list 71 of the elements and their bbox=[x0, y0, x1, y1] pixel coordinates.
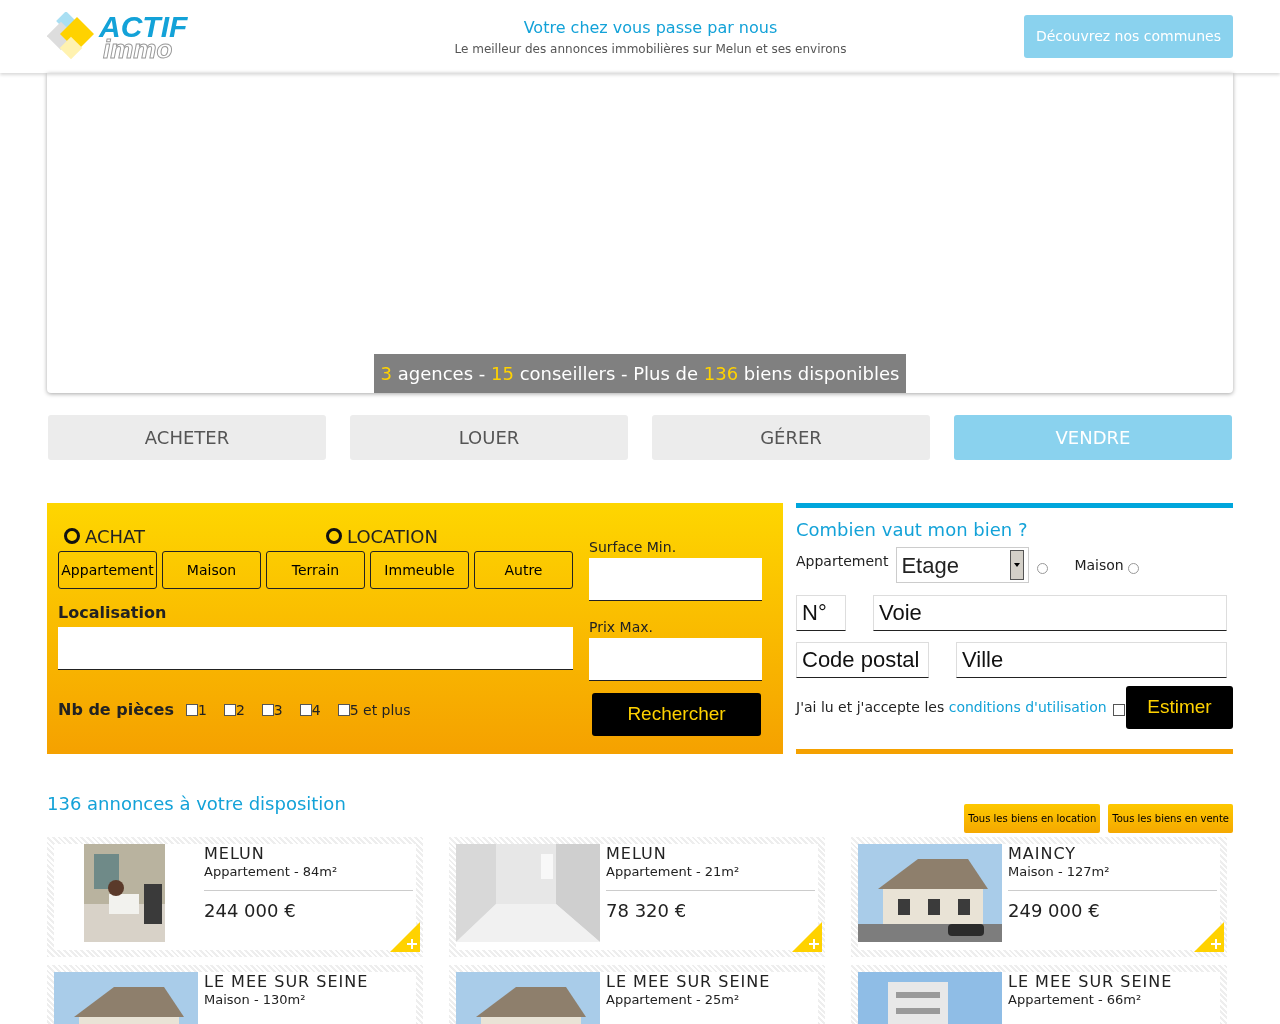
listing-card[interactable]: LE MEE SUR SEINE Maison - 130m² bbox=[47, 965, 423, 1024]
listing-details: Maison - 127m² bbox=[1008, 864, 1111, 880]
mode-radio[interactable] bbox=[64, 528, 80, 544]
apartment-radio[interactable] bbox=[1037, 562, 1049, 574]
room-checkbox[interactable] bbox=[186, 704, 198, 716]
listing-city: LE MEE SUR SEINE bbox=[1008, 972, 1173, 992]
tagline-title: Votre chez vous passe par nous bbox=[522, 16, 779, 39]
listing-details: Appartement - 84m² bbox=[204, 864, 339, 880]
listing-details: Appartement - 21m² bbox=[606, 864, 741, 880]
listing-city: LE MEE SUR SEINE bbox=[606, 972, 771, 992]
listing-card[interactable]: MAINCY Maison - 127m² 249 000 € bbox=[851, 837, 1227, 957]
type-button[interactable]: Autre bbox=[474, 551, 573, 589]
estimate-button[interactable]: Estimer bbox=[1126, 686, 1233, 729]
tagline-subtitle: Le meilleur des annonces immobilières sur Melun et ses environs bbox=[454, 40, 847, 58]
listing-city: MELUN bbox=[204, 844, 266, 864]
estimate-title: Combien vaut mon bien ? bbox=[796, 518, 1029, 542]
mode-label: ACHAT bbox=[85, 524, 145, 549]
surface-field[interactable] bbox=[589, 558, 762, 601]
street-field[interactable]: Voie bbox=[873, 595, 1227, 631]
room-label: 5 et plus bbox=[349, 700, 411, 720]
search-button[interactable]: Rechercher bbox=[592, 693, 761, 736]
tab[interactable]: LOUER bbox=[350, 415, 628, 460]
room-checkbox[interactable] bbox=[337, 704, 350, 716]
listing-card[interactable]: MELUN Appartement - 21m² 78 320 € bbox=[449, 837, 825, 957]
price-field[interactable] bbox=[589, 638, 762, 681]
caret-icon bbox=[1014, 563, 1021, 567]
listing-filter-button[interactable]: Tous les biens en location bbox=[964, 804, 1101, 833]
listing-details: Appartement - 66m² bbox=[1008, 992, 1143, 1008]
terms-checkbox[interactable] bbox=[1112, 703, 1125, 716]
room-label: 2 bbox=[235, 700, 245, 720]
surface-label: Surface Min. bbox=[589, 538, 678, 557]
room-checkbox[interactable] bbox=[223, 704, 236, 716]
city-field[interactable]: Ville bbox=[956, 642, 1227, 678]
number-field[interactable]: N° bbox=[796, 595, 846, 631]
listing-city: MAINCY bbox=[1008, 844, 1078, 864]
listing-city: LE MEE SUR SEINE bbox=[204, 972, 369, 992]
listing-city: MELUN bbox=[606, 844, 668, 864]
room-checkbox[interactable] bbox=[261, 704, 274, 716]
listing-details: Appartement - 25m² bbox=[606, 992, 741, 1008]
tab[interactable]: ACHETER bbox=[48, 415, 326, 460]
rooms-label: Nb de pièces bbox=[58, 699, 175, 721]
location-label: Localisation bbox=[58, 602, 168, 624]
listing-card[interactable]: LE MEE SUR SEINE Appartement - 66m² bbox=[851, 965, 1227, 1024]
listing-card[interactable]: LE MEE SUR SEINE Appartement - 25m² bbox=[449, 965, 825, 1024]
price-label: Prix Max. bbox=[589, 618, 654, 637]
listing-price: 249 000 € bbox=[1008, 889, 1217, 924]
listing-card[interactable]: MELUN Appartement - 84m² 244 000 € bbox=[47, 837, 423, 957]
listings-title: 136 annonces à votre disposition bbox=[47, 792, 346, 816]
listing-details: Maison - 130m² bbox=[204, 992, 307, 1008]
type-button[interactable]: Maison bbox=[162, 551, 261, 589]
room-label: 3 bbox=[273, 700, 283, 720]
stats-text: 3 agences - 15 conseillers - Plus de 136 biens disponibles bbox=[373, 354, 907, 393]
listing-price: 244 000 € bbox=[204, 889, 413, 924]
room-checkbox[interactable] bbox=[299, 704, 312, 716]
type-button[interactable]: Immeuble bbox=[370, 551, 469, 589]
listing-price: 78 320 € bbox=[606, 889, 815, 924]
apartment-label: Appartement bbox=[796, 552, 889, 571]
type-button[interactable]: Terrain bbox=[266, 551, 365, 589]
house-label: Maison bbox=[1074, 555, 1124, 575]
listing-filter-button[interactable]: Tous les biens en vente bbox=[1108, 804, 1233, 833]
zip-field[interactable]: Code postal bbox=[796, 642, 929, 678]
type-button[interactable]: Appartement bbox=[58, 551, 157, 589]
room-label: 4 bbox=[311, 700, 321, 720]
mode-label: LOCATION bbox=[347, 524, 438, 549]
floor-select[interactable]: Etage bbox=[896, 547, 1030, 583]
house-radio[interactable] bbox=[1127, 562, 1139, 574]
room-label: 1 bbox=[198, 700, 207, 720]
mode-radio[interactable] bbox=[326, 528, 342, 544]
location-field[interactable] bbox=[58, 627, 573, 670]
tab[interactable]: GÉRER bbox=[652, 415, 930, 460]
terms-text: J'ai lu et j'accepte les bbox=[796, 698, 946, 717]
